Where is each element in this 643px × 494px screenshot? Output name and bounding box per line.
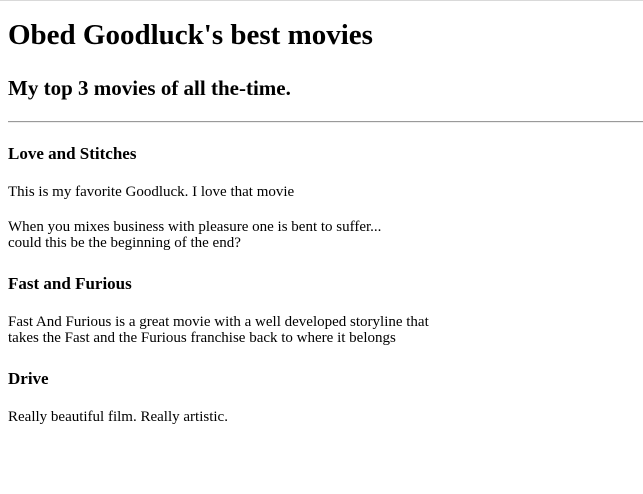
page-title: Obed Goodluck's best movies bbox=[8, 19, 373, 51]
movie-description: Really beautiful film. Really artistic. bbox=[8, 409, 228, 425]
description-line: takes the Fast and the Furious franchise… bbox=[8, 330, 396, 346]
horizontal-divider bbox=[8, 121, 643, 123]
movie-description: When you mixes business with pleasure on… bbox=[8, 219, 381, 251]
movie-title-fast-and-furious: Fast and Furious bbox=[8, 274, 132, 293]
movie-title-love-and-stitches: Love and Stitches bbox=[8, 144, 137, 163]
description-line: Fast And Furious is a great movie with a… bbox=[8, 314, 429, 330]
browser-viewport-top-edge bbox=[0, 0, 643, 8]
description-line: When you mixes business with pleasure on… bbox=[8, 219, 382, 235]
description-line: This is my favorite Goodluck. I love tha… bbox=[8, 184, 295, 200]
page-subtitle: My top 3 movies of all the-time. bbox=[8, 76, 291, 100]
movie-title-drive: Drive bbox=[8, 369, 49, 388]
description-line: Really beautiful film. Really artistic. bbox=[8, 409, 228, 425]
movie-description: Fast And Furious is a great movie with a… bbox=[8, 314, 429, 346]
description-line: could this be the beginning of the end? bbox=[8, 235, 241, 251]
movie-description: This is my favorite Goodluck. I love tha… bbox=[8, 184, 294, 200]
